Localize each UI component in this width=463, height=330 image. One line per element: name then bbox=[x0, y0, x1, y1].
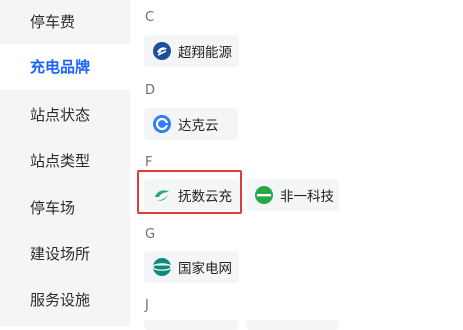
sidebar-item-parking-lot[interactable]: 停车场 bbox=[0, 185, 130, 231]
sidebar-item-label: 停车场 bbox=[30, 199, 76, 217]
brand-chip-partial[interactable] bbox=[246, 320, 339, 330]
index-letter-c: C bbox=[145, 10, 155, 25]
index-letter-j: J bbox=[145, 298, 149, 313]
sidebar-item-label: 服务设施 bbox=[30, 291, 91, 309]
selection-highlight bbox=[137, 170, 242, 214]
index-letter-d: D bbox=[145, 83, 156, 98]
dakeyun-logo-icon bbox=[152, 114, 172, 134]
brand-list: C 超翔能源 D 达克云 F 抚数云充 非一科技 G 国家电网 J bbox=[130, 0, 463, 330]
brand-chip-state-grid[interactable]: 国家电网 bbox=[144, 251, 239, 283]
sidebar-item-parking-fee[interactable]: 停车费 bbox=[0, 0, 130, 44]
brand-chip-dakeyun[interactable]: 达克云 bbox=[144, 108, 238, 140]
sidebar-item-label: 充电品牌 bbox=[30, 58, 91, 76]
sidebar-item-label: 停车费 bbox=[30, 13, 76, 31]
feiyi-logo-icon bbox=[254, 185, 274, 205]
index-letter-f: F bbox=[145, 155, 153, 170]
sidebar-item-station-status[interactable]: 站点状态 bbox=[0, 92, 130, 138]
index-letter-g: G bbox=[145, 227, 156, 242]
brand-label: 达克云 bbox=[178, 118, 219, 134]
brand-label: 超翔能源 bbox=[178, 45, 232, 61]
sidebar-item-charging-brand[interactable]: 充电品牌 bbox=[0, 44, 130, 90]
chaoxiang-logo-icon bbox=[152, 41, 172, 61]
brand-chip-chaoxiang[interactable]: 超翔能源 bbox=[144, 35, 239, 67]
brand-chip-partial[interactable] bbox=[144, 320, 239, 330]
brand-label: 国家电网 bbox=[178, 261, 232, 277]
state-grid-logo-icon bbox=[152, 257, 172, 277]
brand-label: 非一科技 bbox=[280, 189, 334, 205]
sidebar-item-label: 建设场所 bbox=[30, 245, 91, 263]
brand-chip-feiyi[interactable]: 非一科技 bbox=[246, 179, 339, 211]
sidebar-item-venue[interactable]: 建设场所 bbox=[0, 231, 130, 277]
sidebar-item-service-facilities[interactable]: 服务设施 bbox=[0, 277, 130, 323]
sidebar-item-station-type[interactable]: 站点类型 bbox=[0, 138, 130, 184]
sidebar-item-label: 站点类型 bbox=[30, 152, 91, 170]
filter-sidebar: 停车费 充电品牌 站点状态 站点类型 停车场 建设场所 服务设施 bbox=[0, 0, 130, 326]
sidebar-item-label: 站点状态 bbox=[30, 106, 91, 124]
